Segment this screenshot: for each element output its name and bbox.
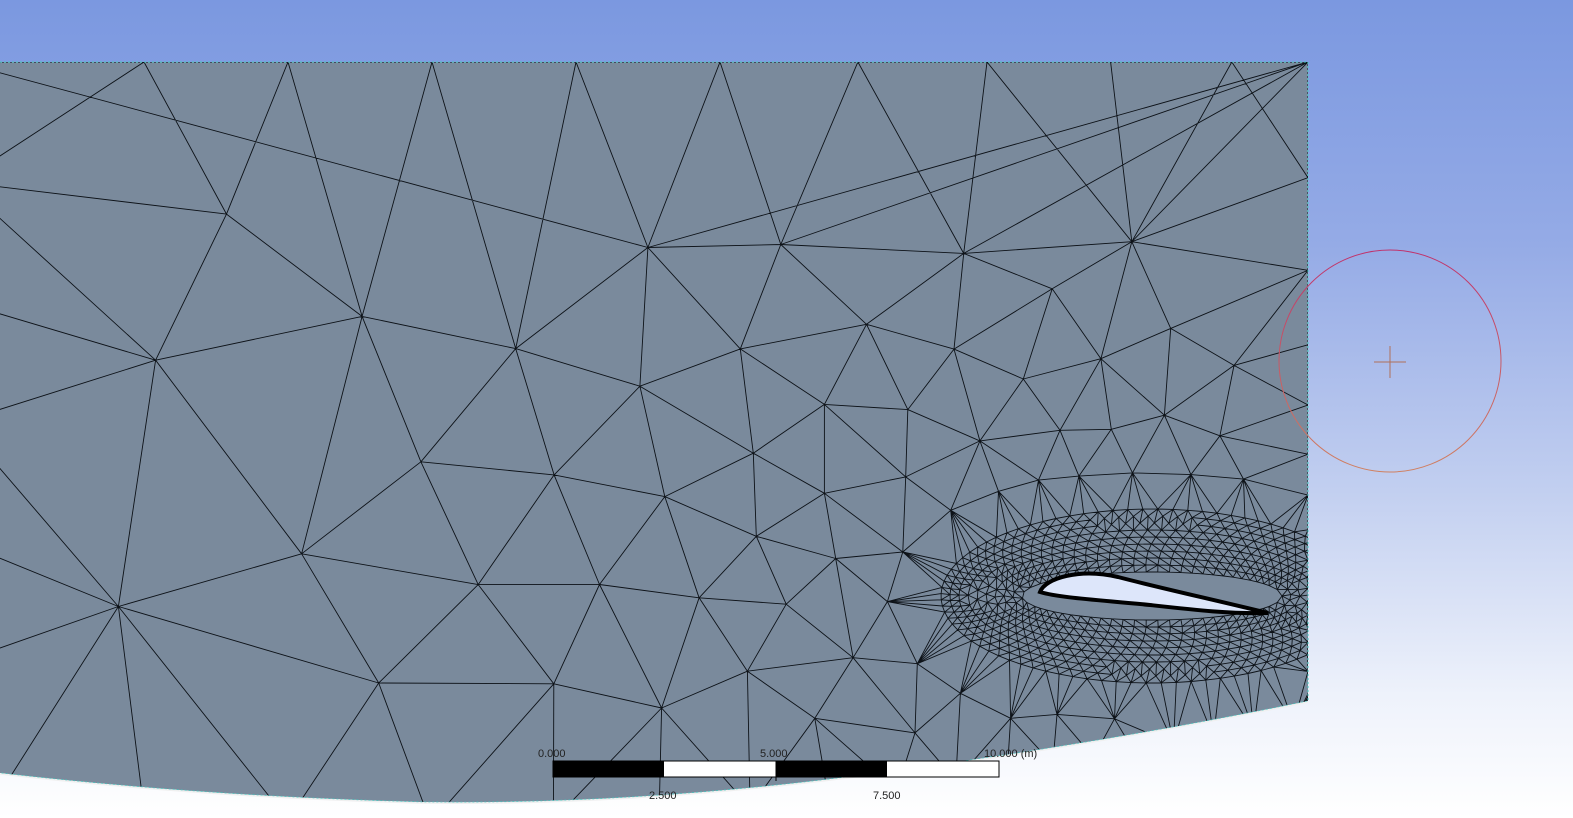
rotation-center-circle-icon[interactable] — [1278, 249, 1502, 473]
graphics-viewport[interactable]: 0.000 5.000 10.000 (m) 2.500 7.500 — [0, 0, 1573, 818]
scale-label-5: 5.000 — [760, 748, 788, 760]
mesh-graphics[interactable]: 0.000 5.000 10.000 (m) 2.500 7.500 — [0, 0, 1573, 818]
scale-label-10: 10.000 (m) — [984, 748, 1037, 760]
scale-label-2-5: 2.500 — [649, 790, 677, 802]
mesh-domain-face[interactable] — [0, 62, 1308, 803]
scale-label-7-5: 7.500 — [873, 790, 901, 802]
scale-label-0: 0.000 — [538, 748, 566, 760]
